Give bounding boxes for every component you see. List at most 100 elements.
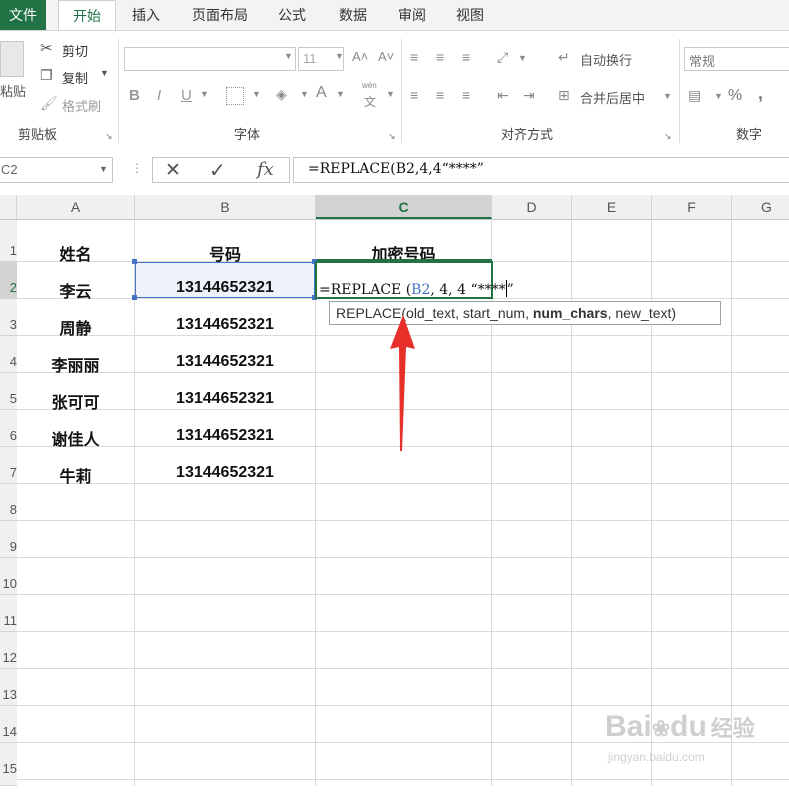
number-format-box[interactable]: 常规 (684, 47, 789, 71)
align-bottom-icon[interactable]: ≡ (462, 49, 470, 65)
align-center-icon[interactable]: ≡ (436, 87, 444, 103)
cell-b3[interactable]: 13144652321 (135, 316, 315, 334)
chevron-down-icon[interactable]: ▼ (99, 164, 108, 174)
tab-page-layout[interactable]: 页面布局 (180, 0, 260, 30)
cell-b6[interactable]: 13144652321 (135, 427, 315, 445)
cell-b2[interactable]: 13144652321 (135, 279, 315, 297)
wrap-text-button[interactable]: 自动换行 (580, 50, 632, 69)
row-header-10[interactable]: 10 (0, 558, 17, 595)
dialog-launcher-icon[interactable]: ↘ (105, 131, 113, 142)
column-header-a[interactable]: A (17, 195, 135, 219)
cell-a6[interactable]: 谢佳人 (17, 426, 134, 450)
row-header-14[interactable]: 14 (0, 706, 17, 743)
cell-b7[interactable]: 13144652321 (135, 464, 315, 482)
cell-a4[interactable]: 李丽丽 (17, 352, 134, 376)
formula-input[interactable]: =REPLACE(B2,4,4“****” (293, 157, 789, 183)
cell-c2-edit[interactable]: =REPLACE (B2, 4, 4 “****” (319, 280, 514, 298)
align-right-icon[interactable]: ≡ (462, 87, 470, 103)
gridline (134, 219, 135, 786)
formula-bar: C2 ▼ ⋮ ✕ ✓ fx =REPLACE(B2,4,4“****” (0, 148, 789, 194)
row-header-9[interactable]: 9 (0, 521, 17, 558)
format-painter-button[interactable]: 格式刷 (62, 96, 101, 115)
row-header-3[interactable]: 3 (0, 299, 17, 336)
row-header-15[interactable]: 15 (0, 743, 17, 786)
chevron-down-icon[interactable]: ▼ (100, 68, 109, 78)
borders-icon[interactable] (226, 87, 244, 105)
chevron-down-icon[interactable]: ▼ (335, 51, 344, 61)
reference-handle[interactable] (132, 259, 137, 264)
insert-function-icon[interactable]: fx (257, 159, 274, 180)
increase-font-icon[interactable]: A˄ (352, 49, 368, 64)
paste-button[interactable]: 粘贴 (0, 81, 26, 100)
row-header-4[interactable]: 4 (0, 336, 17, 373)
paste-icon[interactable] (0, 41, 24, 77)
enter-icon[interactable]: ✓ (209, 158, 226, 183)
name-box[interactable]: C2 ▼ (0, 157, 113, 183)
row-header-7[interactable]: 7 (0, 447, 17, 484)
column-header-f[interactable]: F (652, 195, 732, 219)
row-header-8[interactable]: 8 (0, 484, 17, 521)
select-all-corner[interactable] (0, 195, 17, 219)
row-header-2[interactable]: 2 (0, 262, 17, 299)
chevron-down-icon[interactable]: ▼ (714, 91, 723, 101)
tab-review[interactable]: 审阅 (390, 0, 434, 30)
cell-a7[interactable]: 牛莉 (17, 463, 134, 487)
tab-view[interactable]: 视图 (448, 0, 492, 30)
column-header-e[interactable]: E (572, 195, 652, 219)
align-left-icon[interactable]: ≡ (410, 87, 418, 103)
row-header-12[interactable]: 12 (0, 632, 17, 669)
row-header-13[interactable]: 13 (0, 669, 17, 706)
column-header-d[interactable]: D (492, 195, 572, 219)
column-header-b[interactable]: B (135, 195, 316, 219)
row-header-11[interactable]: 11 (0, 595, 17, 632)
underline-button[interactable]: U (181, 87, 192, 104)
cancel-icon[interactable]: ✕ (165, 159, 181, 182)
currency-icon[interactable]: ▤ (688, 87, 701, 104)
decrease-indent-icon[interactable]: ⇤ (497, 87, 509, 104)
comma-button[interactable]: , (758, 83, 763, 104)
copy-button[interactable]: 复制 (62, 68, 88, 87)
font-color-button[interactable]: A (316, 84, 327, 102)
copy-icon: ❐ (40, 67, 53, 83)
tab-home[interactable]: 开始 (58, 0, 116, 32)
cell-b5[interactable]: 13144652321 (135, 390, 315, 408)
cell-b4[interactable]: 13144652321 (135, 353, 315, 371)
chevron-down-icon[interactable]: ▼ (284, 51, 293, 61)
chevron-down-icon[interactable]: ▼ (663, 91, 672, 101)
tab-formulas[interactable]: 公式 (270, 0, 314, 30)
cell-a2[interactable]: 李云 (17, 278, 134, 302)
cell-a1[interactable]: 姓名 (17, 241, 134, 265)
column-header-g[interactable]: G (732, 195, 789, 219)
cell-a5[interactable]: 张可可 (17, 389, 134, 413)
cell-a3[interactable]: 周静 (17, 315, 134, 339)
tab-insert[interactable]: 插入 (124, 0, 168, 30)
decrease-font-icon[interactable]: A˅ (378, 49, 394, 64)
align-middle-icon[interactable]: ≡ (436, 49, 444, 65)
chevron-down-icon[interactable]: ▼ (200, 89, 209, 99)
column-header-c[interactable]: C (316, 195, 492, 219)
fill-color-icon[interactable]: ◈ (276, 86, 287, 103)
row-header-1[interactable]: 1 (0, 220, 17, 262)
chevron-down-icon[interactable]: ▼ (386, 89, 395, 99)
dialog-launcher-icon[interactable]: ↘ (664, 131, 672, 142)
row-header-6[interactable]: 6 (0, 410, 17, 447)
font-name-box[interactable] (124, 47, 296, 71)
tab-file[interactable]: 文件 (0, 0, 46, 30)
font-group-label: 字体 (234, 127, 261, 142)
cut-button[interactable]: 剪切 (62, 41, 88, 60)
merge-center-button[interactable]: 合并后居中 (580, 88, 645, 107)
dialog-launcher-icon[interactable]: ↘ (388, 131, 396, 142)
chevron-down-icon[interactable]: ▼ (300, 89, 309, 99)
italic-button[interactable]: I (157, 87, 161, 104)
tab-data[interactable]: 数据 (330, 0, 376, 30)
chevron-down-icon[interactable]: ▼ (336, 89, 345, 99)
bold-button[interactable]: B (129, 87, 140, 104)
row-header-5[interactable]: 5 (0, 373, 17, 410)
align-top-icon[interactable]: ≡ (410, 49, 418, 65)
chevron-down-icon[interactable]: ▼ (518, 53, 527, 63)
percent-button[interactable]: % (728, 87, 742, 105)
orientation-icon[interactable]: ⤢ (497, 49, 508, 66)
increase-indent-icon[interactable]: ⇥ (523, 87, 535, 104)
chevron-down-icon[interactable]: ▼ (252, 89, 261, 99)
phonetic-guide-button[interactable]: 文 (364, 93, 376, 110)
